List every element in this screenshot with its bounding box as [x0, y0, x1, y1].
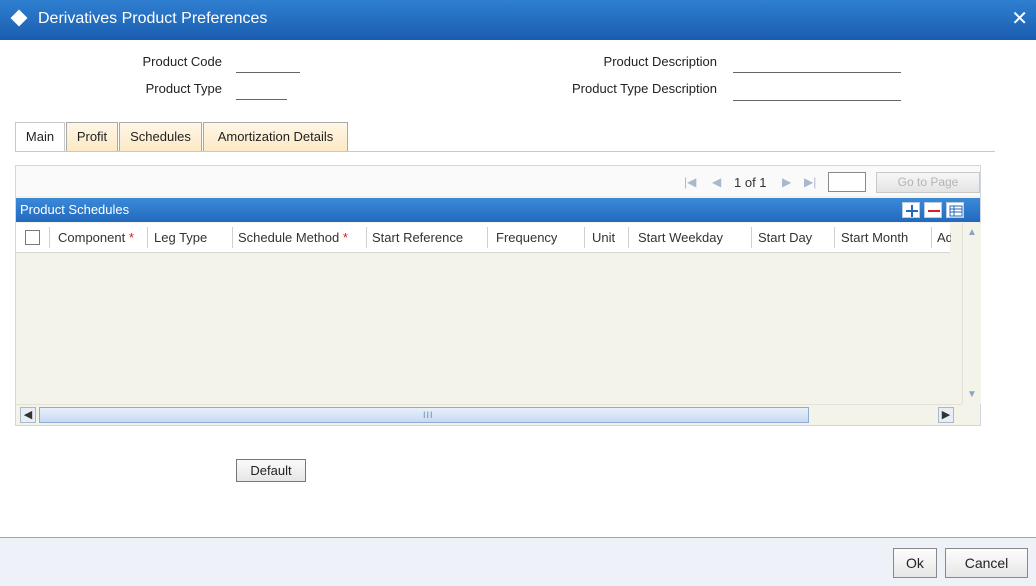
column-divider	[931, 227, 932, 248]
column-leg-type: Leg Type	[154, 230, 208, 245]
column-start-weekday: Start Weekday	[638, 230, 724, 245]
product-code-field[interactable]	[236, 71, 300, 73]
product-type-description-label: Product Type Description	[572, 81, 717, 96]
select-all-checkbox[interactable]	[25, 230, 40, 245]
product-type-field[interactable]	[236, 98, 287, 100]
column-ad: Ad	[937, 230, 951, 245]
column-divider	[366, 227, 367, 248]
previous-page-icon[interactable]: ◀	[712, 175, 721, 189]
vertical-scrollbar[interactable]: ▲ ▼	[962, 223, 981, 404]
footer-bar: Ok Cancel	[0, 537, 1036, 586]
next-page-icon[interactable]: ▶	[782, 175, 791, 189]
scroll-grip: III	[423, 410, 434, 420]
column-divider	[834, 227, 835, 248]
column-divider	[628, 227, 629, 248]
single-view-icon[interactable]	[946, 202, 964, 218]
horizontal-scrollbar[interactable]: ◀ III ▶	[16, 404, 962, 425]
column-divider	[584, 227, 585, 248]
required-marker: *	[128, 230, 134, 245]
app-diamond-icon	[10, 9, 28, 27]
column-divider	[232, 227, 233, 248]
tab-divider	[15, 151, 995, 152]
grid-title: Product Schedules	[20, 202, 130, 217]
ok-button[interactable]: Ok	[893, 548, 937, 578]
column-divider	[751, 227, 752, 248]
first-page-icon[interactable]: |◀	[684, 175, 696, 189]
delete-row-icon[interactable]	[924, 202, 942, 218]
pager-bar: |◀ ◀ 1 of 1 ▶ ▶| Go to Page	[16, 166, 980, 196]
scroll-up-icon[interactable]: ▲	[967, 227, 977, 238]
product-code-label: Product Code	[142, 54, 223, 69]
grid-header: Product Schedules	[16, 198, 980, 222]
page-indicator: 1 of 1	[734, 175, 767, 190]
window-titlebar: Derivatives Product Preferences ✕	[0, 0, 1036, 40]
scroll-left-icon[interactable]: ◀	[20, 407, 36, 423]
column-start-month: Start Month	[841, 230, 909, 245]
default-button[interactable]: Default	[236, 459, 306, 482]
product-description-field[interactable]	[733, 71, 901, 73]
tab-amortization-details[interactable]: Amortization Details	[203, 122, 348, 151]
go-to-page-button[interactable]: Go to Page	[876, 172, 980, 193]
scroll-right-icon[interactable]: ▶	[938, 407, 954, 423]
product-type-description-field[interactable]	[733, 99, 901, 101]
product-description-label: Product Description	[603, 54, 717, 69]
scroll-down-icon[interactable]: ▼	[967, 389, 977, 400]
column-start-reference: Start Reference	[372, 230, 464, 245]
required-marker: *	[342, 230, 348, 245]
window-title: Derivatives Product Preferences	[38, 10, 268, 27]
column-divider	[487, 227, 488, 248]
column-schedule-method: Schedule Method *	[238, 223, 348, 252]
column-divider	[147, 227, 148, 248]
horizontal-scroll-thumb[interactable]: III	[39, 407, 809, 423]
product-schedules-grid: |◀ ◀ 1 of 1 ▶ ▶| Go to Page Product Sche…	[15, 165, 981, 426]
column-unit: Unit	[592, 230, 616, 245]
column-frequency: Frequency	[496, 230, 558, 245]
page-number-input[interactable]	[828, 172, 866, 192]
tab-profit[interactable]: Profit	[66, 122, 118, 151]
column-start-day: Start Day	[758, 230, 813, 245]
close-icon[interactable]: ✕	[1011, 6, 1028, 31]
column-component: Component *	[58, 223, 134, 252]
last-page-icon[interactable]: ▶|	[804, 175, 816, 189]
tab-main[interactable]: Main	[15, 122, 65, 151]
tab-schedules[interactable]: Schedules	[119, 122, 202, 151]
grid-column-header: Component * Leg Type Schedule Method * S…	[16, 223, 951, 253]
column-divider	[49, 227, 50, 248]
column-component-label: Component	[58, 230, 126, 245]
product-type-label: Product Type	[145, 81, 222, 96]
column-schedule-method-label: Schedule Method	[238, 230, 340, 245]
cancel-button[interactable]: Cancel	[945, 548, 1028, 578]
add-row-icon[interactable]	[902, 202, 920, 218]
